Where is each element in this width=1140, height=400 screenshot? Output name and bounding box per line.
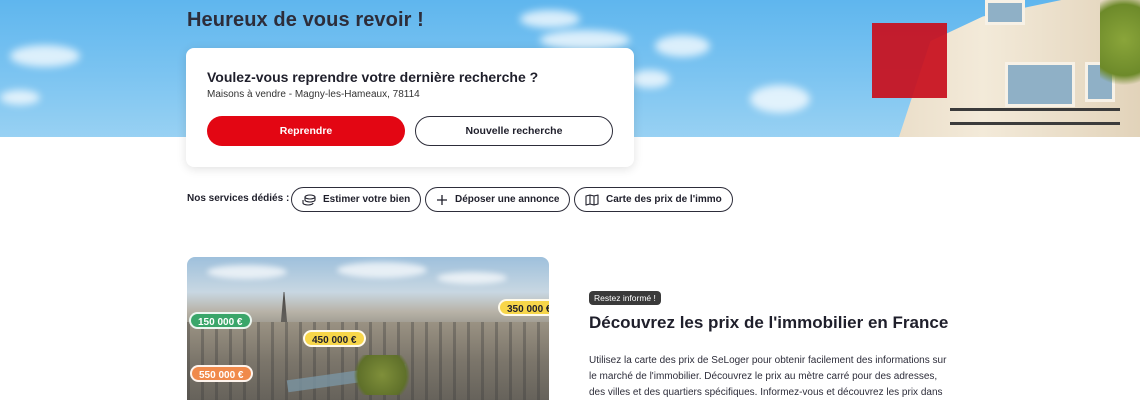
cloud: [0, 90, 40, 105]
building-window: [985, 0, 1025, 25]
cloud: [437, 272, 507, 284]
info-badge: Restez informé !: [589, 291, 661, 305]
cloud: [337, 262, 427, 278]
cloud: [750, 85, 810, 113]
chip-label: Carte des prix de l'immo: [606, 194, 722, 205]
services-label: Nos services dédiés :: [187, 193, 290, 204]
map-icon: [585, 193, 599, 206]
cloud: [10, 45, 80, 67]
estimate-property-button[interactable]: Estimer votre bien: [291, 187, 422, 212]
resume-button[interactable]: Reprendre: [207, 116, 405, 146]
brand-square: [872, 23, 947, 98]
paris-price-map-image: 150 000 € 450 000 € 350 000 € 550 000 €: [187, 257, 549, 400]
post-listing-button[interactable]: Déposer une annonce: [425, 187, 571, 212]
new-search-button[interactable]: Nouvelle recherche: [415, 116, 613, 146]
plus-icon: [437, 194, 447, 205]
resume-search-card: Voulez-vous reprendre votre dernière rec…: [186, 48, 634, 167]
trees: [347, 355, 417, 395]
price-map-button[interactable]: Carte des prix de l'immo: [574, 187, 733, 212]
hero-title: Heureux de vous revoir !: [187, 9, 424, 31]
price-tag: 550 000 €: [190, 365, 253, 382]
building-window: [1005, 62, 1075, 107]
building-balcony: [950, 108, 1120, 111]
cloud: [540, 30, 630, 50]
section-description: Utilisez la carte des prix de SeLoger po…: [589, 355, 947, 398]
cloud: [630, 70, 670, 88]
price-tag: 450 000 €: [303, 330, 366, 347]
building-balcony: [950, 122, 1120, 125]
chip-label: Déposer une annonce: [455, 194, 560, 205]
coins-icon: [302, 193, 316, 206]
card-title: Voulez-vous reprendre votre dernière rec…: [207, 69, 539, 85]
tree: [1100, 0, 1140, 100]
cloud: [207, 265, 287, 279]
chip-label: Estimer votre bien: [323, 194, 411, 205]
cloud: [520, 10, 580, 28]
last-search-summary: Maisons à vendre - Magny-les-Hameaux, 78…: [207, 89, 420, 100]
section-title: Découvrez les prix de l'immobilier en Fr…: [589, 313, 949, 332]
price-tag: 150 000 €: [189, 312, 252, 329]
price-tag: 350 000 €: [498, 299, 549, 316]
cloud: [655, 35, 710, 57]
